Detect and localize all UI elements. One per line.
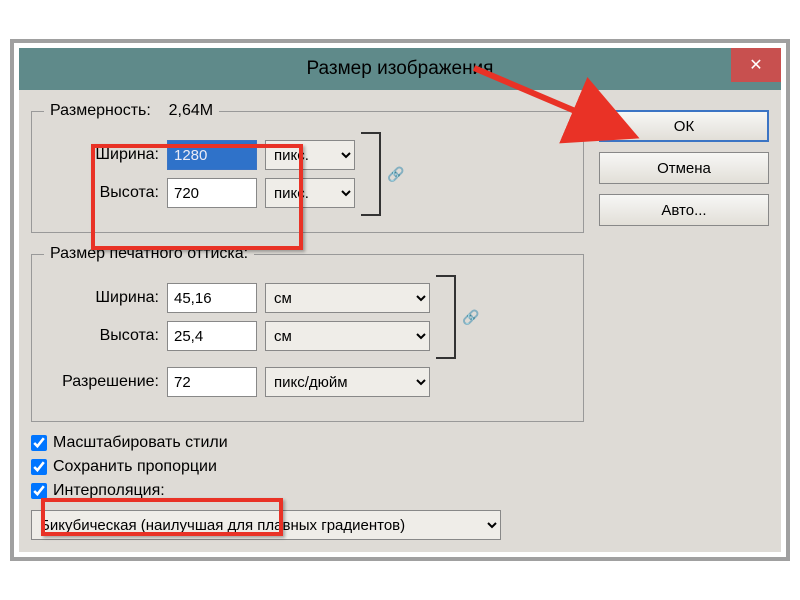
print-height-row: Высота: см xyxy=(44,321,430,351)
pixel-dimensions-legend: Размерность: 2,64M xyxy=(44,102,219,120)
resolution-row: Разрешение: пикс/дюйм xyxy=(44,367,571,397)
chain-icon: 🔗 xyxy=(387,166,404,183)
print-height-input[interactable] xyxy=(167,321,257,351)
constrain-proportions-label: Сохранить пропорции xyxy=(53,458,217,476)
link-bracket-icon xyxy=(361,132,381,216)
link-bracket-icon xyxy=(436,275,456,359)
interpolation-label: Интерполяция: xyxy=(53,482,165,500)
image-size-dialog: Размер изображения ✕ Размерность: 2,64M … xyxy=(19,48,781,552)
print-size-legend: Размер печатного оттиска: xyxy=(44,245,254,263)
scale-styles-checkbox[interactable] xyxy=(31,435,47,451)
outer-frame: Размер изображения ✕ Размерность: 2,64M … xyxy=(10,39,790,561)
pixel-width-unit[interactable]: пикс. xyxy=(265,140,355,170)
close-button[interactable]: ✕ xyxy=(731,48,781,82)
left-column: Размерность: 2,64M Ширина: пикс. xyxy=(31,102,584,540)
dialog-title: Размер изображения xyxy=(19,58,781,80)
interpolation-select[interactable]: Бикубическая (наилучшая для плавных град… xyxy=(31,510,501,540)
pixel-height-input[interactable] xyxy=(167,178,257,208)
scale-styles-label: Масштабировать стили xyxy=(53,434,228,452)
pixel-height-label: Высота: xyxy=(44,184,159,202)
legend-prefix: Размерность: xyxy=(50,102,151,119)
resolution-label: Разрешение: xyxy=(44,373,159,391)
pixel-width-label: Ширина: xyxy=(44,146,159,164)
interpolation-row: Интерполяция: xyxy=(31,482,584,500)
pixel-height-unit[interactable]: пикс. xyxy=(265,178,355,208)
print-height-label: Высота: xyxy=(44,327,159,345)
auto-button[interactable]: Авто... xyxy=(599,194,769,226)
titlebar: Размер изображения ✕ xyxy=(19,48,781,90)
print-width-label: Ширина: xyxy=(44,289,159,307)
pixel-height-row: Высота: пикс. xyxy=(44,178,355,208)
constrain-proportions-checkbox[interactable] xyxy=(31,459,47,475)
print-width-unit[interactable]: см xyxy=(265,283,430,313)
constrain-proportions-row: Сохранить пропорции xyxy=(31,458,584,476)
right-column: ОК Отмена Авто... xyxy=(599,102,769,540)
print-height-unit[interactable]: см xyxy=(265,321,430,351)
cancel-button[interactable]: Отмена xyxy=(599,152,769,184)
scale-styles-row: Масштабировать стили xyxy=(31,434,584,452)
print-width-row: Ширина: см xyxy=(44,283,430,313)
legend-value: 2,64M xyxy=(169,102,213,119)
pixel-dimensions-group: Размерность: 2,64M Ширина: пикс. xyxy=(31,102,584,233)
resolution-input[interactable] xyxy=(167,367,257,397)
interpolation-checkbox[interactable] xyxy=(31,483,47,499)
print-size-group: Размер печатного оттиска: Ширина: см Выс… xyxy=(31,245,584,422)
print-width-input[interactable] xyxy=(167,283,257,313)
dialog-body: Размерность: 2,64M Ширина: пикс. xyxy=(19,90,781,552)
close-icon: ✕ xyxy=(749,55,762,75)
chain-icon: 🔗 xyxy=(462,309,479,326)
pixel-width-input[interactable] xyxy=(167,140,257,170)
pixel-width-row: Ширина: пикс. xyxy=(44,140,355,170)
ok-button[interactable]: ОК xyxy=(599,110,769,142)
resolution-unit[interactable]: пикс/дюйм xyxy=(265,367,430,397)
